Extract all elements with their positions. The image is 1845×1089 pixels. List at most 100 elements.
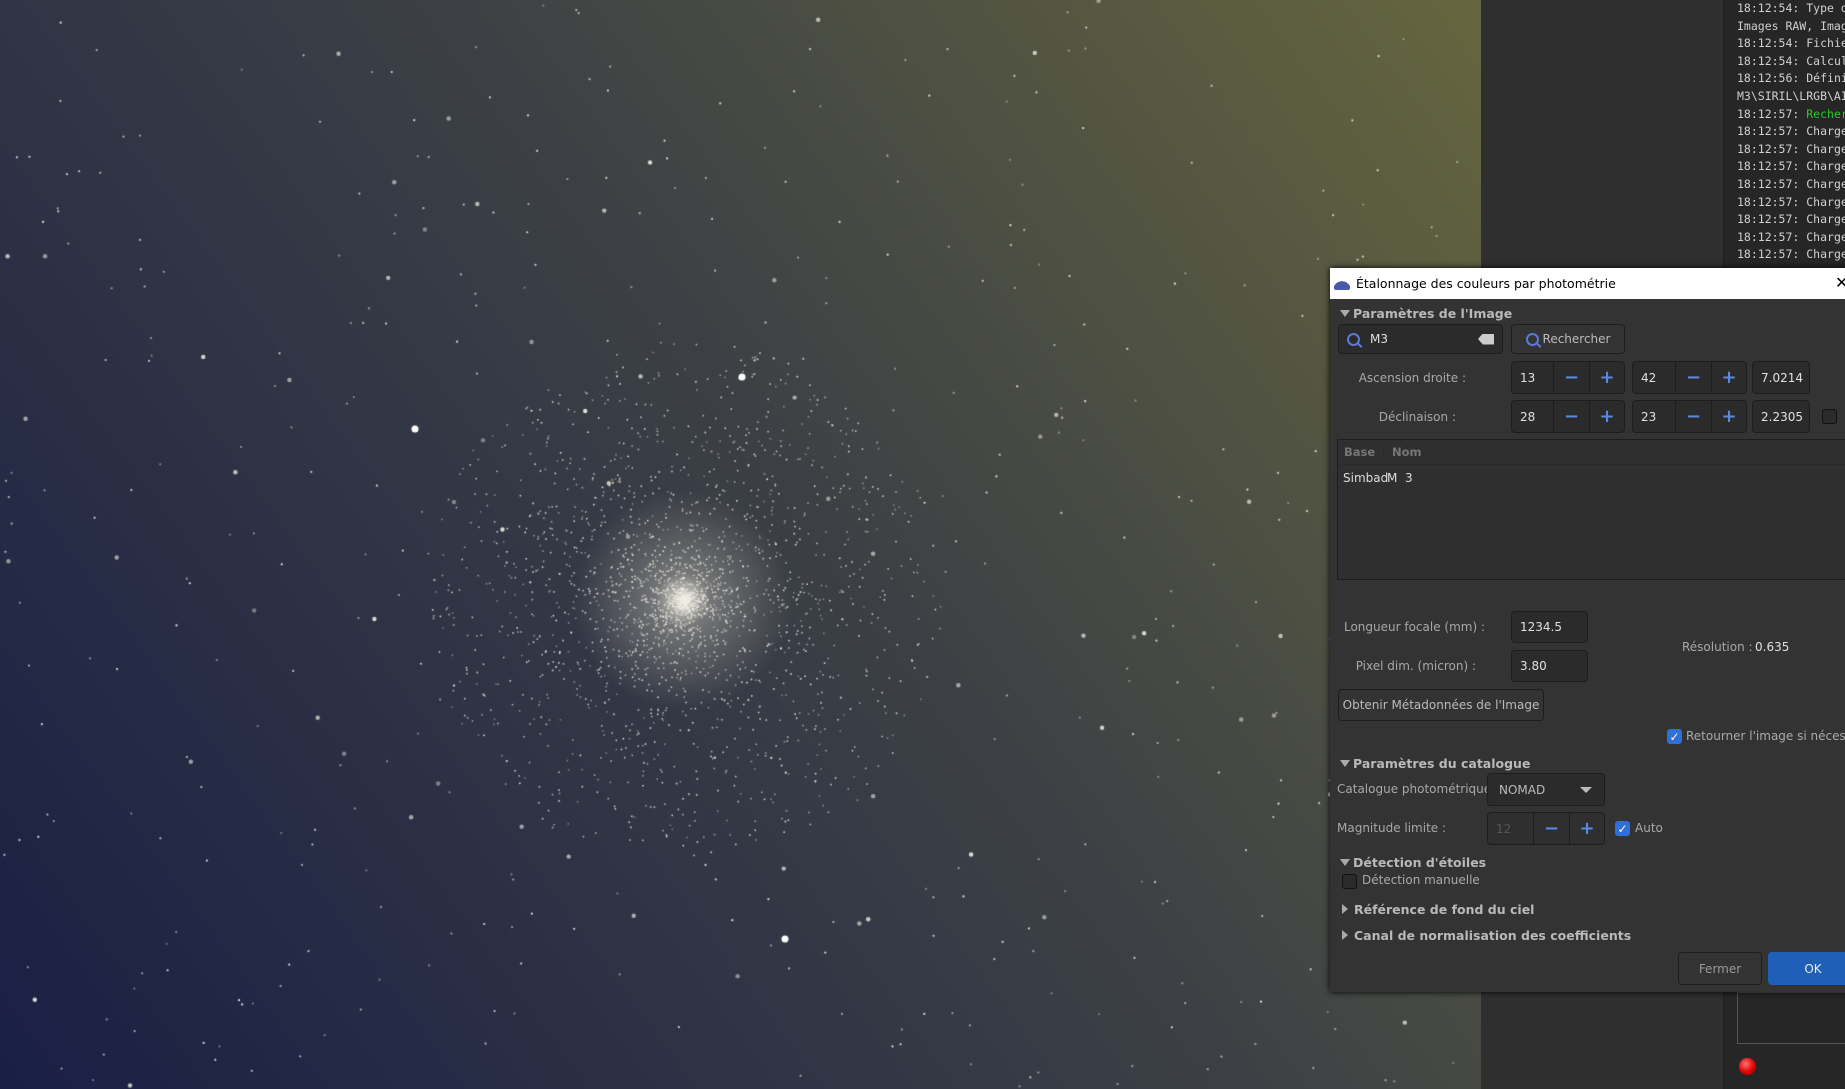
log-line: 18:12:57: Charge: [1724, 123, 1845, 141]
object-search-input[interactable]: M3: [1338, 324, 1503, 354]
log-time: 18:12:54:: [1737, 53, 1800, 68]
log-text: Charge: [1806, 212, 1845, 227]
chevron-down-icon: [1580, 786, 1592, 793]
dec-seconds-field[interactable]: 2.2305: [1752, 400, 1810, 433]
manual-detection-label[interactable]: Détection manuelle: [1362, 873, 1480, 887]
resolution-value: 0.635: [1755, 640, 1790, 654]
magnitude-label: Magnitude limite :: [1337, 821, 1447, 835]
log-text: Recher: [1806, 106, 1845, 121]
ra-seconds-field[interactable]: 7.0214: [1752, 361, 1810, 394]
catalog-selected-value: NOMAD: [1499, 782, 1546, 797]
search-button-label: Rechercher: [1542, 332, 1611, 346]
log-line: 18:12:57: Recher: [1724, 106, 1845, 124]
log-line: 18:12:56: Défini: [1724, 70, 1845, 88]
minus-icon[interactable]: −: [1676, 362, 1711, 393]
ra-minutes-spinner[interactable]: 42− +: [1632, 361, 1747, 394]
dec-degrees-spinner[interactable]: 28− +: [1511, 400, 1625, 433]
auto-label[interactable]: Auto: [1635, 821, 1663, 835]
ra-hours-spinner[interactable]: 13− +: [1511, 361, 1625, 394]
ok-button[interactable]: OK: [1768, 952, 1845, 985]
log-line: 18:12:57: Charge: [1724, 211, 1845, 229]
section-image-params[interactable]: Paramètres de l'Image: [1340, 306, 1512, 321]
log-time: 18:12:57:: [1737, 141, 1800, 156]
log-text: M3\SIRIL\LRGB\AI: [1737, 88, 1845, 103]
log-line: M3\SIRIL\LRGB\AI: [1724, 88, 1845, 106]
get-metadata-button[interactable]: Obtenir Métadonnées de l'Image: [1338, 689, 1544, 721]
status-indicator-icon: [1739, 1058, 1756, 1075]
catalog-dropdown[interactable]: NOMAD: [1487, 773, 1605, 806]
log-text: Fichie: [1806, 36, 1845, 51]
magnitude-value[interactable]: 12: [1488, 813, 1534, 844]
log-time: 18:12:57:: [1737, 194, 1800, 209]
command-area[interactable]: [1737, 992, 1845, 1044]
pixel-size-input[interactable]: 3.80: [1511, 650, 1588, 682]
catalog-label: Catalogue photométrique :: [1337, 782, 1500, 796]
log-text: Charge: [1806, 194, 1845, 209]
log-text: Charge: [1806, 124, 1845, 139]
section-star-detection[interactable]: Détection d'étoiles: [1340, 855, 1486, 870]
flip-image-checkbox[interactable]: ✓: [1667, 729, 1682, 744]
plus-icon[interactable]: +: [1711, 362, 1746, 393]
log-time: 18:12:56:: [1737, 71, 1800, 86]
focal-length-input[interactable]: 1234.5: [1511, 611, 1588, 643]
manual-detection-checkbox[interactable]: [1342, 874, 1357, 889]
search-button[interactable]: Rechercher: [1511, 324, 1625, 354]
flip-image-label[interactable]: Retourner l'image si nécessaire: [1686, 729, 1845, 743]
log-line: Images RAW, Imag: [1724, 18, 1845, 36]
log-time: 18:12:57:: [1737, 159, 1800, 174]
resolution-label: Résolution :: [1682, 640, 1753, 654]
table-header: Base Nom: [1338, 440, 1845, 465]
log-text: Charge: [1806, 159, 1845, 174]
clear-icon[interactable]: [1478, 333, 1494, 345]
log-line: 18:12:57: Charge: [1724, 246, 1845, 264]
photometric-color-calibration-dialog: Étalonnage des couleurs par photométrie …: [1330, 268, 1845, 992]
log-text: Type d: [1806, 1, 1845, 15]
dec-label: Déclinaison :: [1378, 410, 1456, 424]
section-catalog-params[interactable]: Paramètres du catalogue: [1340, 756, 1530, 771]
log-text: Charge: [1806, 141, 1845, 156]
log-text: Charge: [1806, 247, 1845, 262]
plus-icon[interactable]: +: [1569, 813, 1604, 844]
log-line: 18:12:57: Charge: [1724, 176, 1845, 194]
log-text: Charge: [1806, 176, 1845, 191]
log-text: Défini: [1806, 71, 1845, 86]
close-button[interactable]: Fermer: [1678, 952, 1762, 985]
south-checkbox[interactable]: [1822, 409, 1837, 424]
ra-hours-value[interactable]: 13: [1512, 362, 1554, 393]
column-header-base[interactable]: Base: [1338, 445, 1384, 459]
log-time: 18:12:57:: [1737, 212, 1800, 227]
minus-icon[interactable]: −: [1554, 362, 1589, 393]
log-line: 18:12:54: Calcul: [1724, 53, 1845, 71]
log-text: Images RAW, Imag: [1737, 18, 1845, 33]
dec-minutes-value[interactable]: 23: [1633, 401, 1676, 432]
ra-label: Ascension droite :: [1358, 371, 1466, 385]
log-line: 18:12:54: Type d: [1724, 0, 1845, 18]
log-time: 18:12:57:: [1737, 229, 1800, 244]
log-line: 18:12:54: Fichie: [1724, 35, 1845, 53]
astro-image-canvas[interactable]: [0, 0, 1481, 1089]
plus-icon[interactable]: +: [1711, 401, 1746, 432]
app-icon: [1334, 277, 1350, 290]
table-row[interactable]: Simbad M 3: [1338, 465, 1845, 485]
close-icon[interactable]: ✕: [1835, 273, 1845, 292]
log-time: 18:12:57:: [1737, 124, 1800, 139]
magnitude-spinner[interactable]: 12− +: [1487, 812, 1605, 845]
minus-icon[interactable]: −: [1534, 813, 1569, 844]
log-text: Calcul: [1806, 53, 1845, 68]
minus-icon[interactable]: −: [1676, 401, 1711, 432]
plus-icon[interactable]: +: [1589, 401, 1624, 432]
log-time: 18:12:54:: [1737, 1, 1800, 15]
log-time: 18:12:57:: [1737, 176, 1800, 191]
plus-icon[interactable]: +: [1589, 362, 1624, 393]
dec-minutes-spinner[interactable]: 23− +: [1632, 400, 1747, 433]
section-normalization-channel[interactable]: Canal de normalisation des coefficients: [1342, 928, 1631, 943]
ra-minutes-value[interactable]: 42: [1633, 362, 1676, 393]
section-background-reference[interactable]: Référence de fond du ciel: [1342, 902, 1534, 917]
object-results-table[interactable]: Base Nom Simbad M 3: [1337, 439, 1845, 580]
search-icon: [1347, 332, 1360, 346]
column-header-nom[interactable]: Nom: [1384, 445, 1422, 459]
dec-degrees-value[interactable]: 28: [1512, 401, 1554, 432]
minus-icon[interactable]: −: [1554, 401, 1589, 432]
focal-label: Longueur focale (mm) :: [1343, 620, 1485, 634]
auto-checkbox[interactable]: ✓: [1615, 821, 1630, 836]
